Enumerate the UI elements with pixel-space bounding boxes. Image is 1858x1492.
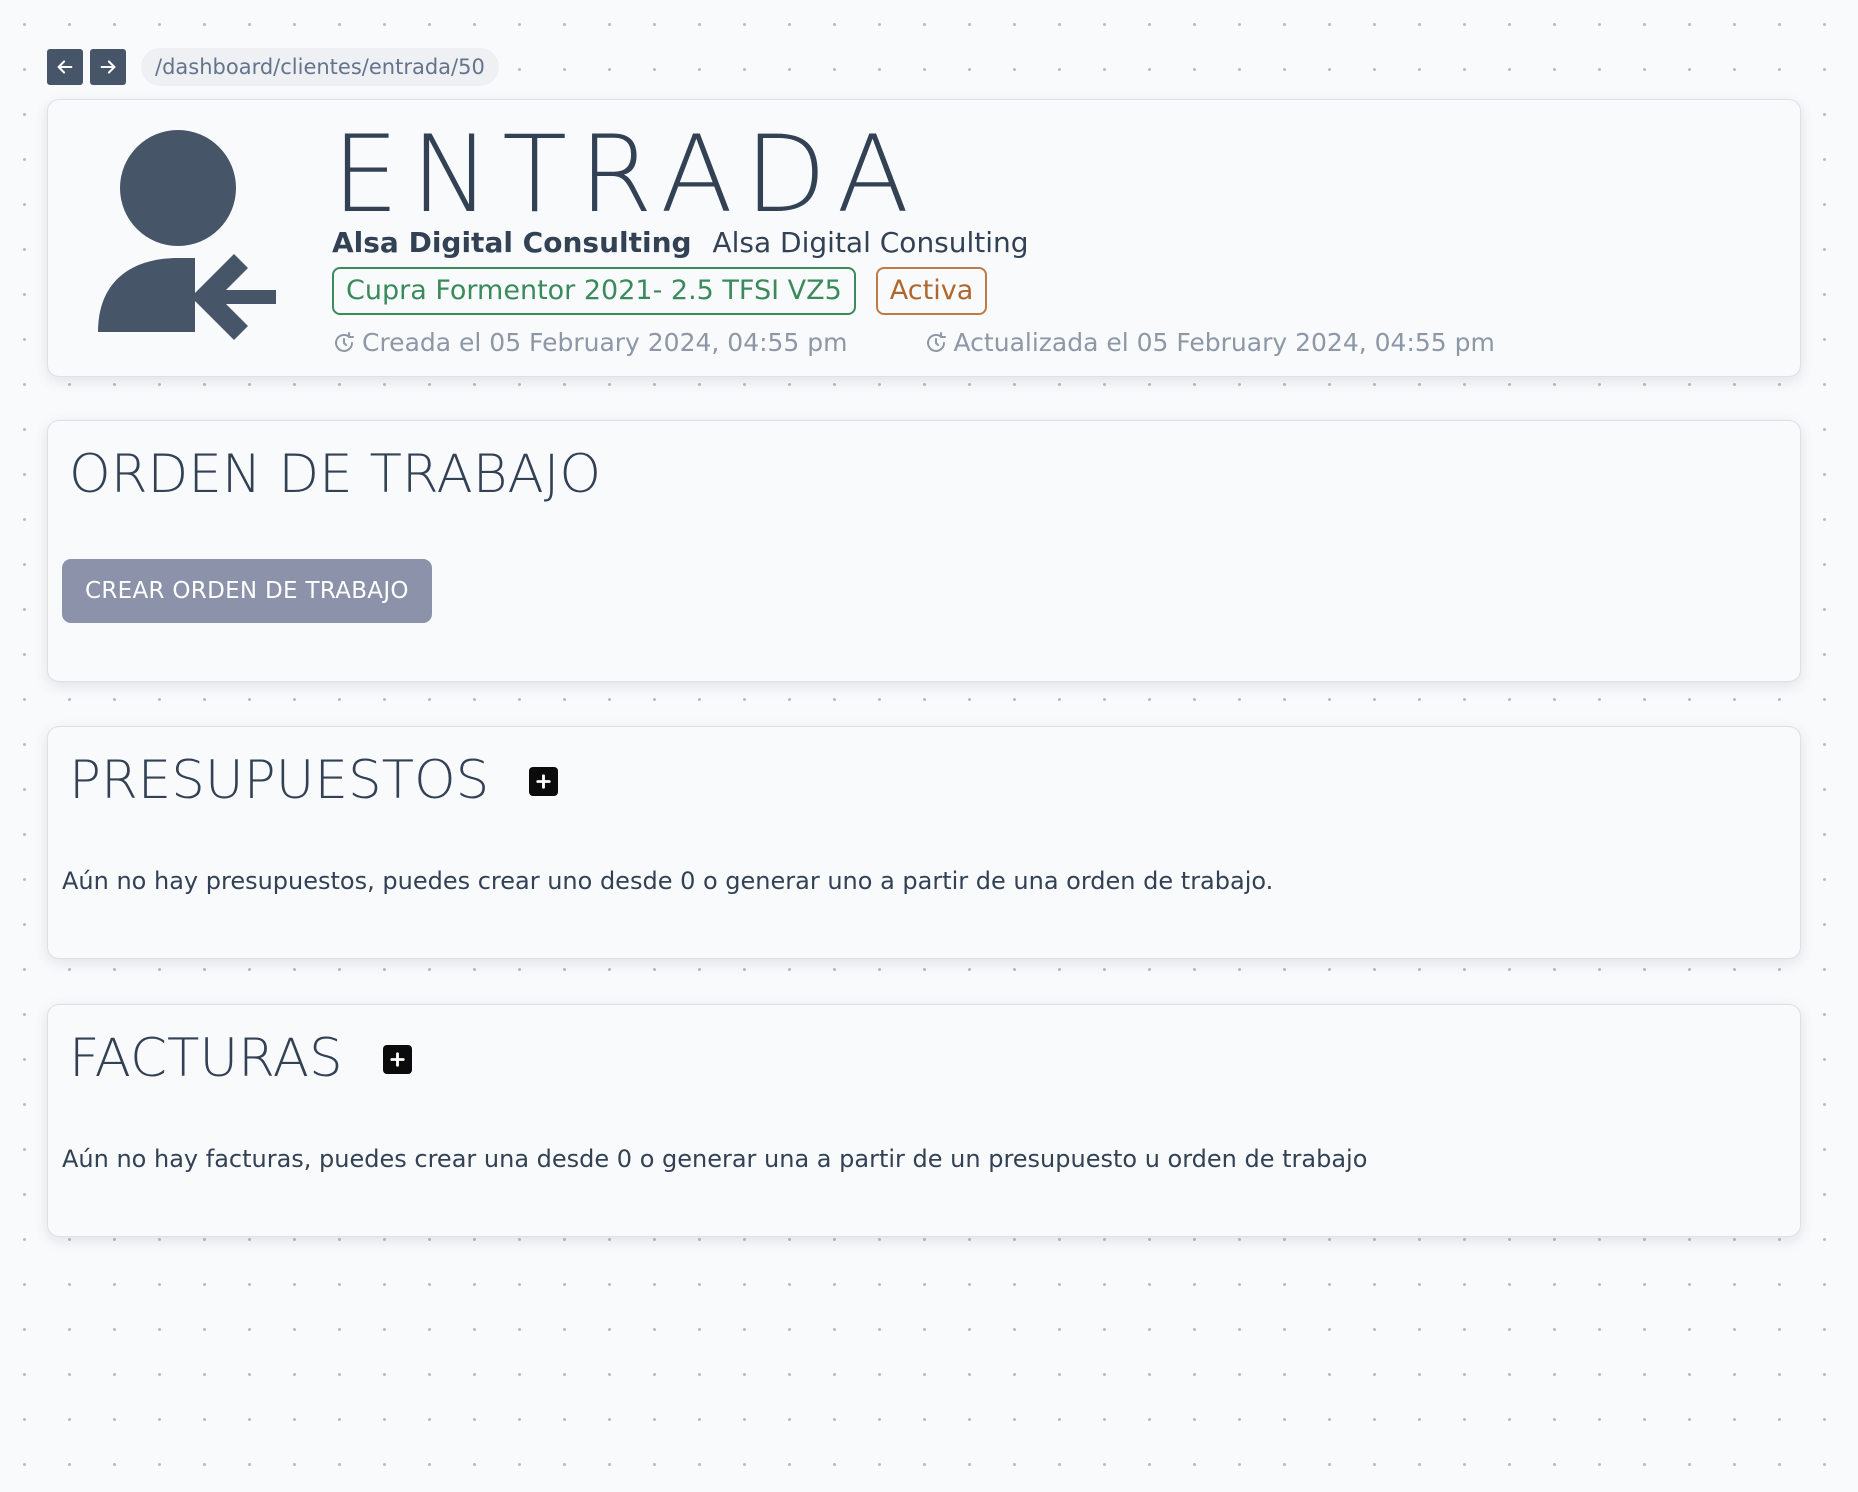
invoices-title: FACTURAS — [69, 1027, 412, 1091]
work-order-title: ORDEN DE TRABAJO — [69, 443, 601, 507]
clock-refresh-icon — [335, 331, 354, 352]
arrow-right-icon — [100, 60, 116, 74]
status-badge: Activa — [875, 267, 988, 315]
vehicle-tag[interactable]: Cupra Formentor 2021- 2.5 TFSI VZ5 — [332, 267, 856, 315]
add-invoice-plus-icon[interactable] — [382, 1044, 412, 1074]
client-name: Alsa Digital Consulting — [712, 226, 1029, 259]
work-order-title-text: ORDEN DE TRABAJO — [69, 444, 602, 505]
updated-label: Actualizada el 05 February 2024, 04:55 p… — [953, 328, 1495, 357]
work-order-card: ORDEN DE TRABAJO CREAR ORDEN DE TRABAJO — [47, 420, 1801, 682]
breadcrumb-path: /dashboard/clientes/entrada/50 — [155, 55, 485, 79]
tag-line: Cupra Formentor 2021- 2.5 TFSI VZ5 Activ… — [332, 267, 1007, 315]
page-title: ENTRADA — [332, 113, 922, 236]
quotes-empty-message: Aún no hay presupuestos, puedes crear un… — [62, 867, 1274, 895]
client-line: Alsa Digital Consulting Alsa Digital Con… — [332, 226, 1029, 260]
invoices-empty-message: Aún no hay facturas, puedes crear una de… — [62, 1145, 1368, 1173]
arrow-left-icon — [57, 60, 73, 74]
created-label: Creada el 05 February 2024, 04:55 pm — [362, 328, 848, 357]
invoices-title-text: FACTURAS — [69, 1028, 343, 1089]
forward-button[interactable] — [90, 49, 126, 85]
dates-line: Creada el 05 February 2024, 04:55 pm Act… — [332, 328, 1571, 357]
user-entry-arrow-icon — [98, 130, 276, 340]
back-button[interactable] — [47, 49, 83, 85]
quotes-title: PRESUPUESTOS — [69, 749, 559, 813]
invoices-card: FACTURAS Aún no hay facturas, puedes cre… — [47, 1004, 1801, 1237]
top-nav-bar: /dashboard/clientes/entrada/50 — [47, 48, 499, 86]
add-quote-plus-icon[interactable] — [529, 766, 559, 796]
client-name-bold[interactable]: Alsa Digital Consulting — [332, 226, 692, 259]
quotes-title-text: PRESUPUESTOS — [69, 750, 490, 811]
created-date: Creada el 05 February 2024, 04:55 pm — [332, 328, 848, 357]
create-work-order-button[interactable]: CREAR ORDEN DE TRABAJO — [62, 559, 432, 623]
quotes-card: PRESUPUESTOS Aún no hay presupuestos, pu… — [47, 726, 1801, 959]
updated-date: Actualizada el 05 February 2024, 04:55 p… — [924, 328, 1495, 357]
breadcrumb[interactable]: /dashboard/clientes/entrada/50 — [141, 48, 499, 86]
clock-refresh-icon — [926, 331, 946, 352]
entry-header-card: ENTRADA Alsa Digital Consulting Alsa Dig… — [47, 99, 1801, 377]
